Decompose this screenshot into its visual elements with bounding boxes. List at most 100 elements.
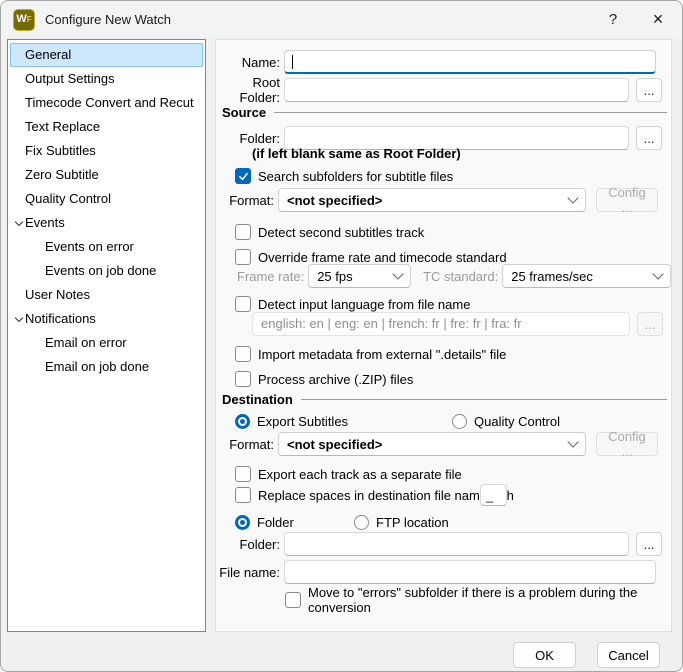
search-subfolders-label[interactable]: Search subfolders for subtitle files (258, 169, 453, 184)
sidebar-item-label: Text Replace (25, 119, 100, 134)
sidebar-item-label: Email on job done (45, 359, 149, 374)
tc-standard-label: TC standard: (423, 269, 498, 284)
sidebar-item-timecode-convert-and-recut[interactable]: Timecode Convert and Recut (10, 91, 203, 115)
name-label: Name: (216, 55, 280, 70)
sidebar-item-notifications[interactable]: Notifications (10, 307, 203, 331)
sidebar-item-label: Fix Subtitles (25, 143, 96, 158)
chevron-down-icon (567, 436, 578, 447)
language-map-browse-button: ... (637, 312, 663, 336)
sidebar-item-label: Email on error (45, 335, 127, 350)
import-metadata-label[interactable]: Import metadata from external ".details"… (258, 347, 506, 362)
replace-spaces-label[interactable]: Replace spaces in destination file name … (258, 488, 514, 503)
destination-config-button: Config ... (596, 432, 658, 456)
ftp-location-label[interactable]: FTP location (376, 515, 449, 530)
language-map-input: english: en | eng: en | french: fr | fre… (252, 312, 630, 336)
detect-second-track-label[interactable]: Detect second subtitles track (258, 225, 424, 240)
chevron-down-icon (652, 268, 663, 279)
root-folder-hint: (if left blank same as Root Folder) (252, 146, 461, 161)
tc-standard-dropdown: 25 frames/sec (502, 264, 671, 288)
detect-second-track-checkbox[interactable] (235, 224, 251, 240)
destination-folder-label: Folder: (216, 537, 280, 552)
sidebar-item-user-notes[interactable]: User Notes (10, 283, 203, 307)
sidebar-item-quality-control[interactable]: Quality Control (10, 187, 203, 211)
sidebar-item-label: Events on error (45, 239, 134, 254)
replace-char-input[interactable] (480, 484, 507, 506)
chevron-down-icon (392, 268, 403, 279)
help-button[interactable]: ? (592, 1, 634, 38)
process-zip-checkbox[interactable] (235, 371, 251, 387)
sidebar-item-label: Timecode Convert and Recut (25, 95, 194, 110)
sidebar-item-fix-subtitles[interactable]: Fix Subtitles (10, 139, 203, 163)
sidebar-item-label: Events on job done (45, 263, 156, 278)
sidebar-item-label: Events (25, 215, 65, 230)
folder-radio[interactable] (235, 515, 250, 530)
sidebar-item-zero-subtitle[interactable]: Zero Subtitle (10, 163, 203, 187)
sidebar-item-general[interactable]: General (10, 43, 203, 67)
file-name-input[interactable] (284, 560, 656, 584)
frame-rate-dropdown: 25 fps (308, 264, 411, 288)
source-format-dropdown[interactable]: <not specified> (278, 188, 586, 212)
root-folder-input[interactable] (284, 78, 629, 102)
ftp-location-radio[interactable] (354, 515, 369, 530)
sidebar-item-email-on-job-done[interactable]: Email on job done (10, 355, 203, 379)
source-section-header: Source (222, 105, 266, 120)
check-icon (238, 171, 249, 182)
override-framerate-checkbox[interactable] (235, 249, 251, 265)
cancel-button[interactable]: Cancel (597, 642, 660, 668)
text-caret (292, 55, 293, 69)
quality-control-radio[interactable] (452, 414, 467, 429)
destination-section-divider (301, 399, 667, 400)
destination-folder-input[interactable] (284, 532, 629, 556)
search-subfolders-checkbox[interactable] (235, 168, 251, 184)
root-folder-browse-button[interactable]: ... (636, 78, 662, 102)
sidebar-item-label: General (25, 47, 71, 62)
destination-format-label: Format: (216, 437, 274, 452)
detect-language-label[interactable]: Detect input language from file name (258, 297, 470, 312)
source-folder-browse-button[interactable]: ... (636, 126, 662, 150)
chevron-down-icon[interactable] (15, 218, 23, 226)
sidebar-item-label: Notifications (25, 311, 96, 326)
process-zip-label[interactable]: Process archive (.ZIP) files (258, 372, 413, 387)
source-section-divider (274, 112, 667, 113)
export-subtitles-label[interactable]: Export Subtitles (257, 414, 348, 429)
app-icon-letter-w: W (16, 14, 26, 25)
chevron-down-icon (567, 192, 578, 203)
source-config-button: Config ... (596, 188, 658, 212)
quality-control-label[interactable]: Quality Control (474, 414, 560, 429)
name-input[interactable] (284, 50, 656, 74)
sidebar: General Output Settings Timecode Convert a… (7, 39, 206, 632)
sidebar-item-events[interactable]: Events (10, 211, 203, 235)
export-subtitles-radio[interactable] (235, 414, 250, 429)
file-name-label: File name: (216, 565, 280, 580)
sidebar-item-label: Output Settings (25, 71, 115, 86)
source-folder-label: Folder: (216, 131, 280, 146)
app-icon: WF (13, 9, 35, 31)
titlebar: WF Configure New Watch ? × (1, 1, 682, 38)
sidebar-item-label: Quality Control (25, 191, 111, 206)
source-format-label: Format: (216, 193, 274, 208)
destination-section-header: Destination (222, 392, 293, 407)
detect-language-checkbox[interactable] (235, 296, 251, 312)
close-button[interactable]: × (634, 1, 682, 38)
window-title: Configure New Watch (45, 12, 171, 27)
destination-folder-browse-button[interactable]: ... (636, 532, 662, 556)
sidebar-item-label: User Notes (25, 287, 90, 302)
override-framerate-label[interactable]: Override frame rate and timecode standar… (258, 250, 507, 265)
ok-button[interactable]: OK (513, 642, 576, 668)
move-errors-checkbox[interactable] (285, 592, 301, 608)
sidebar-item-events-on-error[interactable]: Events on error (10, 235, 203, 259)
main-panel: Name: Root Folder: ... Source Folder: ..… (215, 39, 672, 632)
frame-rate-label: Frame rate: (237, 269, 304, 284)
import-metadata-checkbox[interactable] (235, 346, 251, 362)
export-each-track-label[interactable]: Export each track as a separate file (258, 467, 462, 482)
replace-spaces-checkbox[interactable] (235, 487, 251, 503)
destination-format-dropdown[interactable]: <not specified> (278, 432, 586, 456)
sidebar-item-events-on-job-done[interactable]: Events on job done (10, 259, 203, 283)
folder-radio-label[interactable]: Folder (257, 515, 294, 530)
move-errors-label[interactable]: Move to "errors" subfolder if there is a… (308, 585, 671, 615)
sidebar-item-output-settings[interactable]: Output Settings (10, 67, 203, 91)
sidebar-item-text-replace[interactable]: Text Replace (10, 115, 203, 139)
export-each-track-checkbox[interactable] (235, 466, 251, 482)
chevron-down-icon[interactable] (15, 314, 23, 322)
sidebar-item-email-on-error[interactable]: Email on error (10, 331, 203, 355)
